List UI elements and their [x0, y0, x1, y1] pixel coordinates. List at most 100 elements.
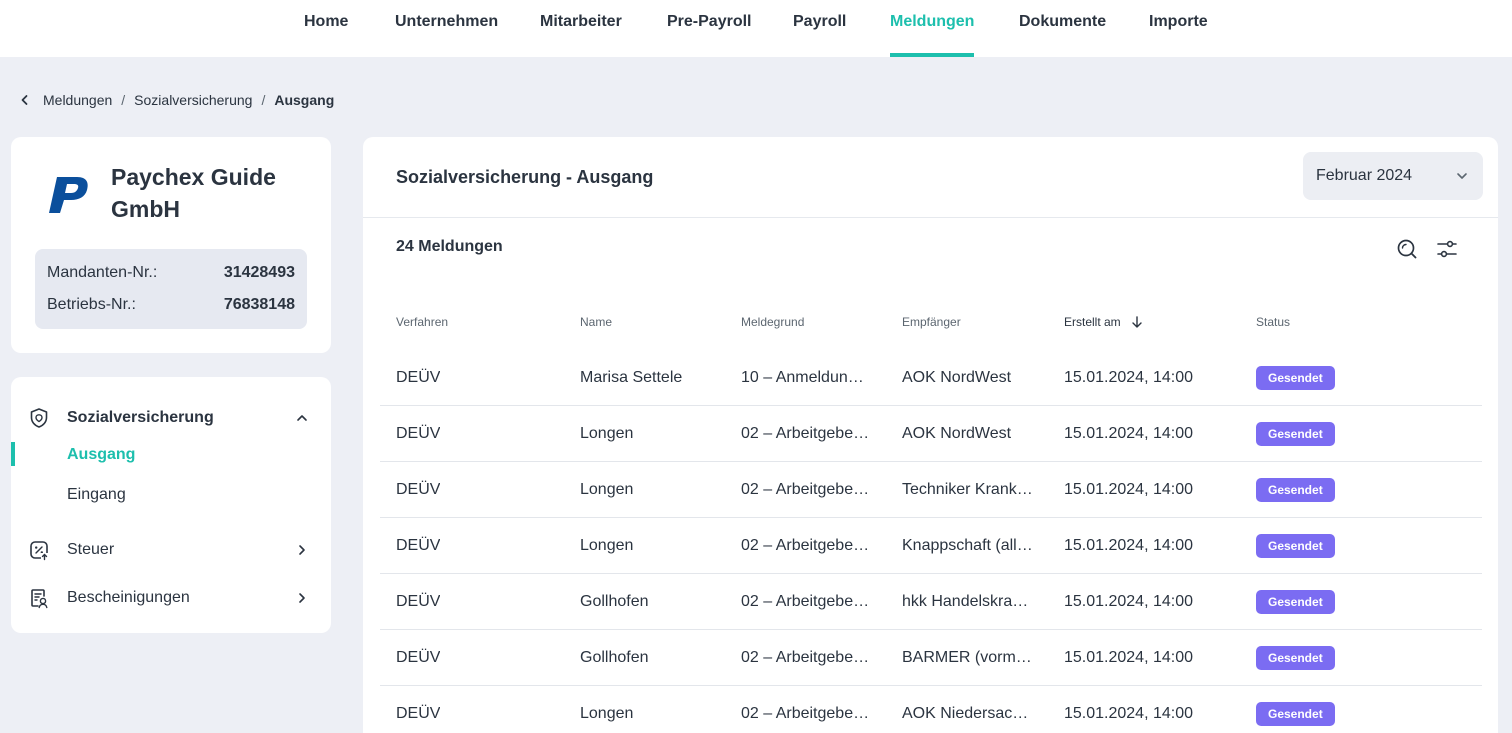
chevron-up-icon[interactable]	[295, 411, 309, 425]
month-select[interactable]: Februar 2024	[1303, 152, 1483, 200]
sub-item-eingang[interactable]: Eingang	[11, 482, 331, 508]
sub-label-eingang: Eingang	[67, 486, 126, 503]
back-chevron-icon[interactable]	[18, 93, 32, 107]
cell-erstellt: 15.01.2024, 14:00	[1064, 480, 1194, 498]
company-ids: Mandanten-Nr.: 31428493 Betriebs-Nr.: 76…	[35, 249, 307, 329]
nav-item-dokumente[interactable]: Dokumente	[1019, 0, 1106, 57]
mandant-value: 31428493	[223, 264, 295, 281]
cell-meldegrund: 02 – Arbeitgeberwechsel	[741, 649, 872, 666]
cell-empfaenger: AOK Niedersachsen	[902, 705, 1036, 722]
chevron-right-icon[interactable]	[295, 591, 309, 605]
company-name: Paychex Guide GmbH	[111, 164, 276, 222]
cell-erstellt: 15.01.2024, 14:00	[1064, 424, 1194, 442]
status-badge: Gesendet	[1256, 702, 1335, 726]
filter-icon[interactable]	[1435, 237, 1459, 261]
mandant-row: Mandanten-Nr.: 31428493	[47, 261, 295, 285]
table-row[interactable]: DEÜV Gollhofen 02 – Arbeitgeberwechsel B…	[380, 630, 1482, 686]
cell-verfahren: DEÜV	[396, 704, 441, 722]
sub-item-ausgang[interactable]: Ausgang	[11, 442, 331, 468]
breadcrumb-separator: /	[261, 92, 266, 108]
cell-erstellt: 15.01.2024, 14:00	[1064, 704, 1194, 722]
top-navigation: Home Unternehmen Mitarbeiter Pre-Payroll…	[0, 0, 1512, 57]
tax-icon	[28, 539, 50, 561]
status-badge: Gesendet	[1256, 478, 1335, 502]
breadcrumb-current: Ausgang	[274, 92, 335, 108]
nav-item-unternehmen[interactable]: Unternehmen	[395, 0, 498, 57]
betrieb-row: Betriebs-Nr.: 76838148	[47, 293, 295, 317]
cell-verfahren: DEÜV	[396, 592, 441, 610]
meldungen-count: 24 Meldungen	[396, 238, 503, 255]
cell-name: Longen	[580, 536, 634, 554]
menu-label-sozialversicherung: Sozialversicherung	[67, 409, 214, 426]
status-badge: Gesendet	[1256, 646, 1335, 670]
main-panel: Sozialversicherung - Ausgang Februar 202…	[363, 137, 1498, 733]
betrieb-label: Betriebs-Nr.:	[47, 296, 136, 313]
cell-name: Longen	[580, 424, 634, 442]
sort-descending-icon[interactable]	[1130, 315, 1144, 329]
cell-name: Longen	[580, 480, 634, 498]
cell-erstellt: 15.01.2024, 14:00	[1064, 648, 1194, 666]
betrieb-value: 76838148	[223, 296, 295, 313]
status-badge: Gesendet	[1256, 422, 1335, 446]
cell-verfahren: DEÜV	[396, 480, 441, 498]
breadcrumb: Meldungen / Sozialversicherung / Ausgang	[18, 90, 334, 110]
nav-item-importe[interactable]: Importe	[1149, 0, 1208, 57]
cell-empfaenger: AOK NordWest	[902, 369, 1012, 386]
breadcrumb-sozialversicherung[interactable]: Sozialversicherung	[134, 92, 252, 108]
cell-erstellt: 15.01.2024, 14:00	[1064, 368, 1194, 386]
cell-empfaenger: Knappschaft (allgemein)	[902, 537, 1036, 554]
column-header-meldegrund[interactable]: Meldegrund	[741, 315, 804, 329]
menu-item-bescheinigungen[interactable]: Bescheinigungen	[11, 583, 331, 613]
chevron-right-icon[interactable]	[295, 543, 309, 557]
cell-empfaenger: hkk Handelskrankenkasse	[902, 593, 1036, 610]
status-badge: Gesendet	[1256, 534, 1335, 558]
menu-item-sozialversicherung[interactable]: Sozialversicherung	[11, 403, 331, 433]
shield-icon	[28, 407, 50, 429]
table-row[interactable]: DEÜV Longen 02 – Arbeitgeberwechsel AOK …	[380, 406, 1482, 462]
company-logo	[47, 175, 95, 215]
cell-verfahren: DEÜV	[396, 368, 441, 386]
nav-item-home[interactable]: Home	[304, 0, 348, 57]
cell-erstellt: 15.01.2024, 14:00	[1064, 536, 1194, 554]
cell-meldegrund: 10 – Anmeldung wegen Beginn einer Beschä…	[741, 369, 872, 386]
column-header-verfahren[interactable]: Verfahren	[396, 315, 448, 329]
cell-name: Marisa Settele	[580, 368, 683, 386]
table-row[interactable]: DEÜV Gollhofen 02 – Arbeitgeberwechsel h…	[380, 574, 1482, 630]
page-title: Sozialversicherung - Ausgang	[396, 167, 654, 187]
cell-erstellt: 15.01.2024, 14:00	[1064, 592, 1194, 610]
column-header-status[interactable]: Status	[1256, 315, 1290, 329]
month-select-value: Februar 2024	[1316, 167, 1413, 184]
nav-item-payroll[interactable]: Payroll	[793, 0, 846, 57]
certificate-icon	[28, 587, 50, 609]
cell-name: Longen	[580, 704, 634, 722]
cell-name: Gollhofen	[580, 592, 649, 610]
table-row[interactable]: DEÜV Longen 02 – Arbeitgeberwechsel Tech…	[380, 462, 1482, 518]
cell-empfaenger: Techniker Krankenkasse	[902, 481, 1036, 498]
mandant-label: Mandanten-Nr.:	[47, 264, 158, 281]
table-row[interactable]: DEÜV Marisa Settele 10 – Anmeldung wegen…	[380, 350, 1482, 406]
cell-name: Gollhofen	[580, 648, 649, 666]
breadcrumb-meldungen[interactable]: Meldungen	[43, 92, 112, 108]
status-badge: Gesendet	[1256, 590, 1335, 614]
table-row[interactable]: DEÜV Longen 02 – Arbeitgeberwechsel Knap…	[380, 518, 1482, 574]
side-menu: Sozialversicherung Ausgang Eingang Steue…	[11, 377, 331, 633]
column-header-name[interactable]: Name	[580, 315, 612, 329]
chevron-down-icon	[1455, 169, 1469, 183]
cell-meldegrund: 02 – Arbeitgeberwechsel	[741, 425, 872, 442]
column-header-empfaenger[interactable]: Empfänger	[902, 315, 961, 329]
menu-label-bescheinigungen: Bescheinigungen	[67, 589, 190, 606]
nav-item-mitarbeiter[interactable]: Mitarbeiter	[540, 0, 622, 57]
breadcrumb-separator: /	[121, 92, 126, 108]
menu-item-steuer[interactable]: Steuer	[11, 535, 331, 565]
cell-meldegrund: 02 – Arbeitgeberwechsel	[741, 593, 872, 610]
main-header: Sozialversicherung - Ausgang Februar 202…	[363, 137, 1498, 218]
table-row[interactable]: DEÜV Longen 02 – Arbeitgeberwechsel AOK …	[380, 686, 1482, 733]
nav-item-pre-payroll[interactable]: Pre-Payroll	[667, 0, 751, 57]
cell-verfahren: DEÜV	[396, 536, 441, 554]
column-header-erstellt-am[interactable]: Erstellt am	[1064, 315, 1144, 329]
cell-empfaenger: BARMER (vormals BEK)	[902, 649, 1036, 666]
search-icon[interactable]	[1395, 237, 1419, 261]
nav-item-meldungen[interactable]: Meldungen	[890, 0, 975, 57]
company-card: Paychex Guide GmbH Mandanten-Nr.: 314284…	[11, 137, 331, 353]
column-header-erstellt-am-label: Erstellt am	[1064, 315, 1121, 329]
